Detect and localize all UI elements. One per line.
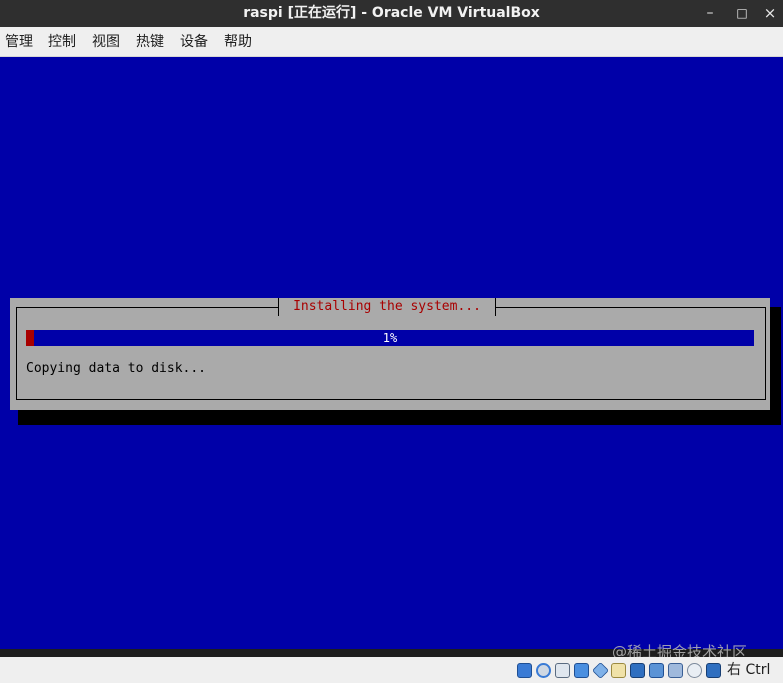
virtualbox-window: raspi [正在运行] - Oracle VM VirtualBox – □ … bbox=[0, 0, 783, 683]
recording-icon[interactable] bbox=[649, 663, 664, 678]
menu-bar: 管理 控制 视图 热键 设备 帮助 bbox=[0, 27, 783, 57]
menu-item-devices[interactable]: 设备 bbox=[180, 27, 208, 57]
display-icon[interactable] bbox=[630, 663, 645, 678]
optical-disk-icon[interactable] bbox=[536, 663, 551, 678]
mouse-integration-icon[interactable] bbox=[687, 663, 702, 678]
title-bar[interactable]: raspi [正在运行] - Oracle VM VirtualBox – □ … bbox=[0, 0, 783, 27]
virtualization-icon[interactable] bbox=[668, 663, 683, 678]
usb-icon[interactable] bbox=[592, 662, 609, 679]
close-button[interactable]: × bbox=[755, 0, 783, 27]
shared-folder-icon[interactable] bbox=[611, 663, 626, 678]
window-title: raspi [正在运行] - Oracle VM VirtualBox bbox=[243, 5, 540, 21]
progress-bar: 1% bbox=[26, 330, 754, 346]
status-bar: 右 Ctrl bbox=[0, 657, 783, 683]
menu-item-help[interactable]: 帮助 bbox=[224, 27, 252, 57]
menu-item-hotkeys[interactable]: 热键 bbox=[136, 27, 164, 57]
menu-item-control[interactable]: 控制 bbox=[48, 27, 76, 57]
dialog-frame bbox=[16, 307, 766, 400]
progress-label: 1% bbox=[382, 331, 398, 345]
menu-item-manage[interactable]: 管理 bbox=[5, 27, 33, 57]
hard-disk-icon[interactable] bbox=[517, 663, 532, 678]
maximize-button[interactable]: □ bbox=[727, 0, 757, 27]
network-icon[interactable] bbox=[574, 663, 589, 678]
minimize-button[interactable]: – bbox=[695, 0, 725, 27]
status-text: Copying data to disk... bbox=[26, 361, 207, 376]
keyboard-capture-icon[interactable] bbox=[706, 663, 721, 678]
menu-item-view[interactable]: 视图 bbox=[92, 27, 120, 57]
host-key-label: 右 Ctrl bbox=[727, 662, 771, 678]
installer-dialog: Installing the system... Copying data to… bbox=[10, 298, 770, 410]
dialog-title: Installing the system... bbox=[293, 299, 481, 314]
audio-icon[interactable] bbox=[555, 663, 570, 678]
vm-screen[interactable]: Installing the system... Copying data to… bbox=[0, 57, 783, 649]
